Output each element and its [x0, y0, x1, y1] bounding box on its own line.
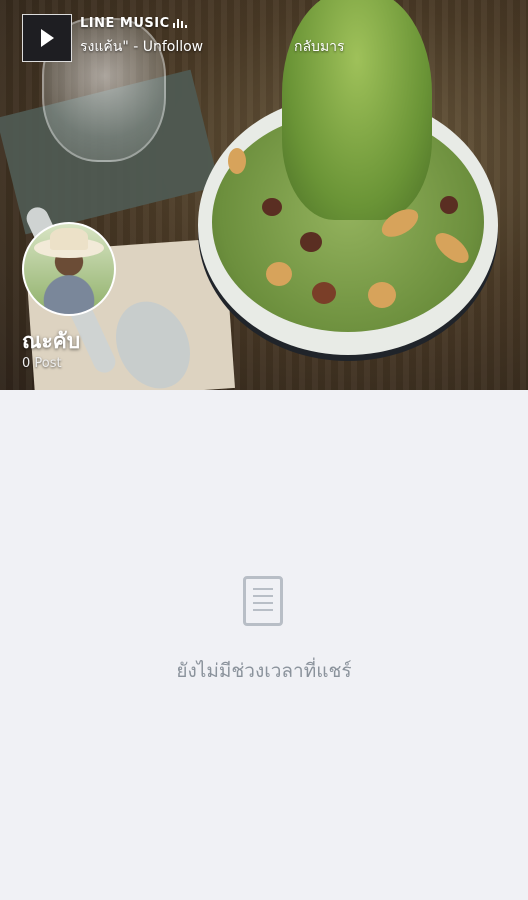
cover-decoration — [440, 196, 458, 214]
cover-decoration — [312, 282, 336, 304]
cover-decoration — [266, 262, 292, 286]
back-link[interactable]: กลับมาร — [294, 36, 345, 58]
cover-decoration — [282, 0, 432, 220]
cover-decoration — [300, 232, 322, 252]
music-thumbnail[interactable] — [22, 14, 72, 62]
equalizer-icon — [172, 18, 187, 28]
profile-name[interactable]: ณะคับ — [22, 325, 80, 358]
line-music-text: LINE MUSIC — [80, 16, 170, 31]
cover-decoration — [262, 198, 282, 216]
cover-photo[interactable]: LINE MUSIC รงแค้น" - Unfollow กลับมาร ณะ… — [0, 0, 528, 390]
song-title[interactable]: รงแค้น" - Unfollow — [80, 36, 203, 58]
line-music-label: LINE MUSIC — [80, 16, 187, 31]
cover-decoration — [368, 282, 396, 308]
play-icon[interactable] — [41, 29, 54, 47]
avatar[interactable] — [22, 222, 116, 316]
empty-message: ยังไม่มีช่วงเวลาที่แชร์ — [176, 660, 352, 682]
cover-decoration — [228, 148, 246, 174]
timeline-empty-state: ยังไม่มีช่วงเวลาที่แชร์ — [0, 390, 528, 900]
avatar-hat-crown — [50, 228, 88, 250]
document-icon — [243, 576, 283, 626]
post-count: 0 Post — [22, 356, 62, 371]
